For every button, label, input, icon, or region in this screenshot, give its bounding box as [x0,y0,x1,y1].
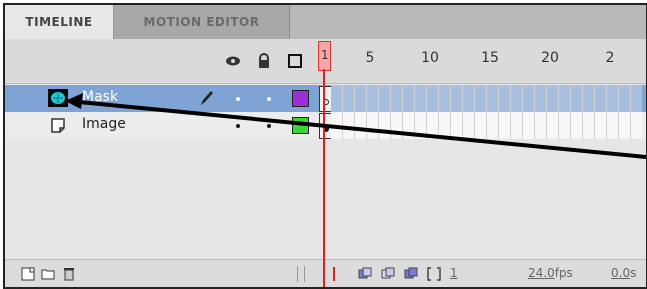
timeline-panel: TIMELINE MOTION EDITOR 5 10 15 20 2 Mask [3,3,647,289]
annotation-arrow [65,93,646,159]
